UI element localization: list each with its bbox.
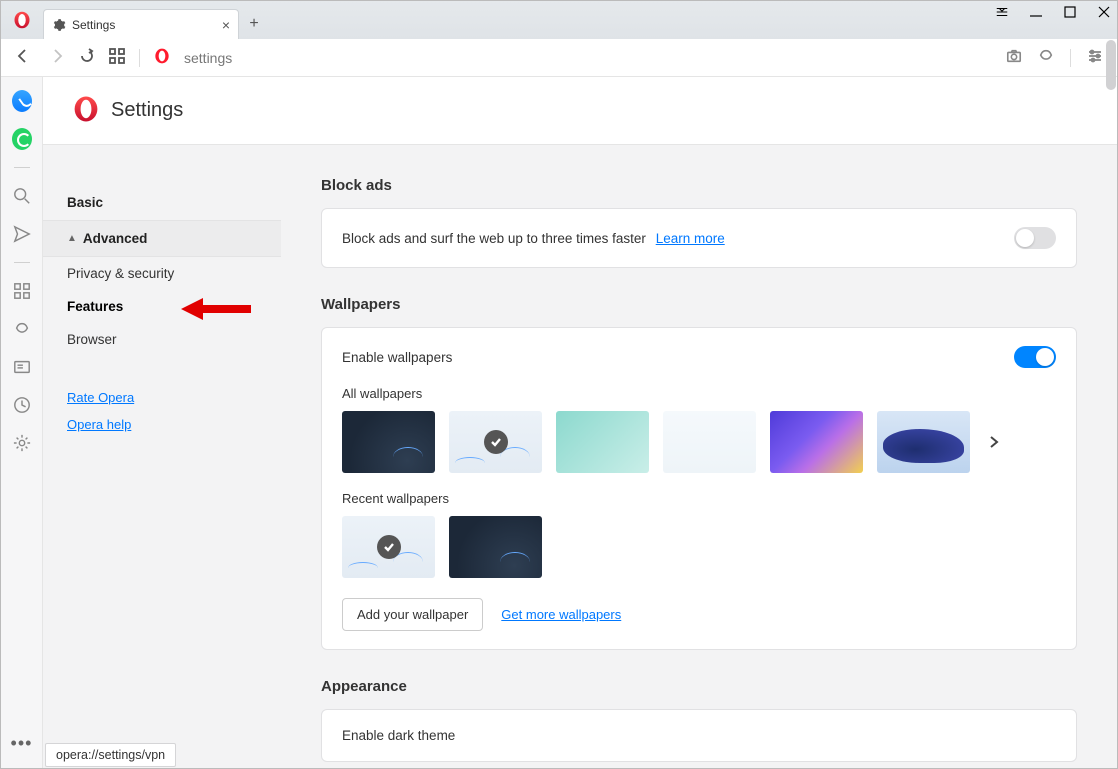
learn-more-link[interactable]: Learn more (656, 231, 725, 246)
all-wallpapers-label: All wallpapers (342, 386, 1056, 401)
bookmark-icon[interactable] (1038, 48, 1054, 67)
wallpaper-thumb[interactable] (770, 411, 863, 473)
maximize-button[interactable] (1063, 5, 1077, 22)
speed-dial-icon[interactable] (109, 48, 125, 67)
bookmarks-icon[interactable] (12, 319, 32, 339)
easy-setup-icon[interactable] (995, 5, 1009, 22)
block-ads-toggle[interactable] (1014, 227, 1056, 249)
settings-icon[interactable] (12, 433, 32, 453)
close-window-button[interactable] (1097, 5, 1111, 22)
nav-advanced[interactable]: ▲ Advanced (43, 220, 281, 257)
settings-main-pane: Block ads Block ads and surf the web up … (281, 145, 1117, 768)
wallpaper-thumb-selected[interactable] (342, 516, 435, 578)
get-more-wallpapers-link[interactable]: Get more wallpapers (501, 607, 621, 622)
settings-nav: Basic ▲ Advanced Privacy & security Feat… (43, 145, 281, 768)
status-bar: opera://settings/vpn (45, 743, 176, 767)
browser-side-rail: ••• (1, 77, 43, 768)
back-button[interactable] (15, 48, 31, 67)
annotation-arrow-icon (181, 298, 251, 323)
wallpaper-thumb[interactable] (556, 411, 649, 473)
enable-wallpapers-toggle[interactable] (1014, 346, 1056, 368)
divider (139, 49, 140, 67)
opera-logo-icon (73, 96, 99, 125)
rate-opera-link[interactable]: Rate Opera (43, 384, 281, 411)
appearance-heading: Appearance (321, 678, 1077, 695)
appearance-card: Enable dark theme (321, 709, 1077, 762)
nav-basic[interactable]: Basic (43, 185, 281, 220)
news-icon[interactable] (12, 357, 32, 377)
history-icon[interactable] (12, 395, 32, 415)
opera-help-link[interactable]: Opera help (43, 411, 281, 438)
opera-scheme-icon (154, 48, 170, 67)
divider (14, 167, 30, 168)
block-ads-text: Block ads and surf the web up to three t… (342, 231, 1014, 246)
speed-dial-icon[interactable] (12, 281, 32, 301)
nav-features-label: Features (67, 299, 123, 314)
block-ads-heading: Block ads (321, 177, 1077, 194)
wallpaper-thumb[interactable] (449, 516, 542, 578)
search-icon[interactable] (12, 186, 32, 206)
wallpaper-thumb[interactable] (342, 411, 435, 473)
nav-advanced-label: Advanced (83, 231, 148, 246)
page-title: Settings (111, 99, 183, 122)
tab-close-button[interactable]: × (222, 17, 230, 33)
browser-toolbar: settings (1, 39, 1117, 77)
nav-privacy[interactable]: Privacy & security (43, 257, 281, 290)
snapshot-icon[interactable] (1006, 48, 1022, 67)
reload-button[interactable] (79, 48, 95, 67)
more-sidebar-button[interactable]: ••• (11, 733, 33, 754)
settings-header: Settings (43, 77, 1117, 145)
minimize-button[interactable] (1029, 5, 1043, 22)
whatsapp-icon[interactable] (12, 129, 32, 149)
divider (14, 262, 30, 263)
tab-title: Settings (72, 18, 115, 32)
next-wallpapers-button[interactable] (984, 432, 1004, 452)
tab-settings[interactable]: Settings × (43, 9, 239, 39)
address-bar-text[interactable]: settings (184, 50, 232, 66)
block-ads-card: Block ads and surf the web up to three t… (321, 208, 1077, 268)
add-wallpaper-button[interactable]: Add your wallpaper (342, 598, 483, 631)
check-icon (377, 535, 401, 559)
wallpaper-thumb[interactable] (663, 411, 756, 473)
scrollbar-thumb[interactable] (1106, 40, 1116, 90)
chevron-up-icon: ▲ (67, 233, 77, 244)
window-controls (995, 5, 1111, 22)
easy-setup-icon[interactable] (1087, 48, 1103, 67)
forward-button (49, 48, 65, 67)
check-icon (484, 430, 508, 454)
opera-menu-button[interactable] (1, 1, 43, 39)
enable-wallpapers-label: Enable wallpapers (342, 350, 1014, 365)
nav-browser[interactable]: Browser (43, 323, 281, 356)
divider (1070, 49, 1071, 67)
personal-news-icon[interactable] (12, 224, 32, 244)
new-tab-button[interactable]: + (239, 9, 269, 39)
wallpapers-card: Enable wallpapers All wallpapers (321, 327, 1077, 650)
gear-icon (52, 18, 66, 32)
nav-features[interactable]: Features (43, 290, 281, 323)
wallpapers-heading: Wallpapers (321, 296, 1077, 313)
tab-strip: Settings × + (1, 1, 1117, 39)
wallpaper-thumb-selected[interactable] (449, 411, 542, 473)
recent-wallpapers-label: Recent wallpapers (342, 491, 1056, 506)
messenger-icon[interactable] (12, 91, 32, 111)
wallpaper-thumb[interactable] (877, 411, 970, 473)
dark-theme-label: Enable dark theme (342, 728, 1056, 743)
